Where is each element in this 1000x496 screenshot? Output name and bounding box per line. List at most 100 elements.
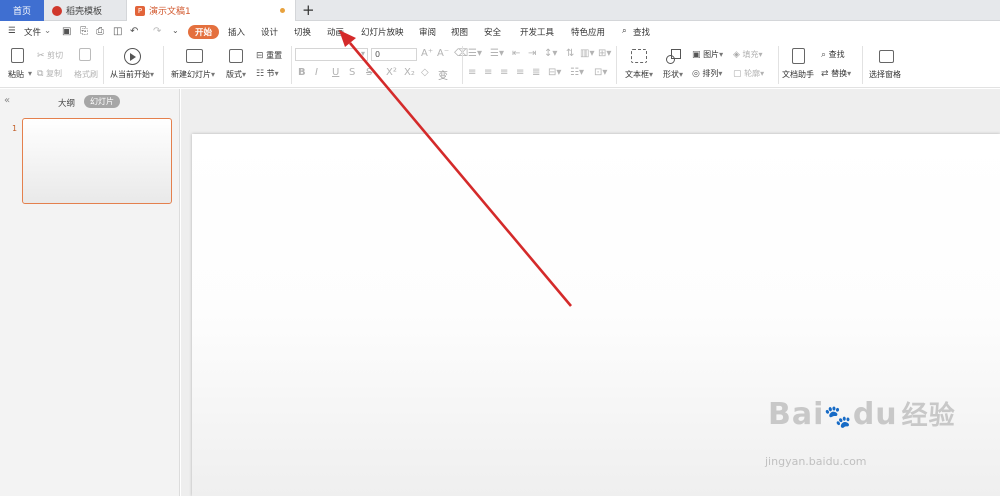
format-painter-button[interactable]: 格式刷	[74, 69, 98, 80]
justify-icon[interactable]: ≡	[516, 67, 524, 78]
font-name-dropdown-icon[interactable]: ▾	[361, 49, 365, 58]
increase-font-icon[interactable]: A⁺	[421, 48, 433, 59]
font-color-icon[interactable]: 变	[438, 67, 448, 82]
decrease-font-icon[interactable]: A⁻	[437, 48, 449, 59]
tab-templates[interactable]: 稻壳模板	[44, 0, 126, 21]
menu-animations[interactable]: 动画	[327, 26, 344, 38]
menu-home[interactable]: 开始	[188, 25, 220, 39]
tab-templates-label: 稻壳模板	[66, 7, 103, 17]
shadow-icon[interactable]: S	[349, 67, 355, 78]
columns-icon[interactable]: ▥▾	[580, 48, 594, 59]
eraser-icon[interactable]: ◇	[421, 67, 429, 78]
export-pdf-icon[interactable]: ⎘	[80, 26, 88, 37]
section-button[interactable]: ☷ 节 ▾	[256, 68, 279, 79]
doc-assistant-button[interactable]: 文档助手	[782, 69, 814, 80]
shape-icon[interactable]	[666, 49, 682, 64]
outline-label: 轮廓	[744, 69, 761, 78]
vertical-align-icon[interactable]: ⊟▾	[548, 67, 561, 78]
tab-home[interactable]: 首页	[0, 0, 44, 21]
new-tab-button[interactable]: +	[302, 1, 315, 19]
menu-slideshow[interactable]: 幻灯片放映	[361, 26, 404, 38]
doc-assistant-icon[interactable]	[792, 48, 805, 64]
undo-icon[interactable]: ↶	[130, 26, 138, 37]
menu-view[interactable]: 视图	[451, 26, 468, 38]
menu-transitions[interactable]: 切换	[294, 26, 311, 38]
paste-button[interactable]: 粘贴	[8, 69, 24, 80]
layout-icon[interactable]	[229, 49, 243, 63]
customize-toolbar-icon[interactable]: ⌄	[172, 26, 179, 35]
decrease-indent-icon[interactable]: ⇤	[512, 48, 520, 59]
text-direction-icon[interactable]: ⇅	[566, 48, 574, 59]
convert-smartart-icon[interactable]: ⊡▾	[594, 67, 607, 78]
subscript-icon[interactable]: X₂	[404, 67, 415, 78]
distribute-icon[interactable]: ≣	[532, 67, 540, 78]
new-slide-icon[interactable]	[186, 49, 203, 63]
menu-security[interactable]: 安全	[484, 26, 501, 38]
play-icon[interactable]	[124, 48, 141, 65]
hamburger-menu-icon[interactable]: ☰	[8, 26, 16, 36]
find-label: 查找	[828, 50, 845, 59]
menu-design[interactable]: 设计	[261, 26, 278, 38]
cut-button[interactable]: ✂ 剪切	[37, 50, 63, 61]
slide-navigation-pane: « 大纲 幻灯片 1	[0, 89, 180, 496]
align-center-icon[interactable]: ≡	[484, 67, 492, 78]
slides-tab[interactable]: 幻灯片	[84, 95, 120, 108]
align-right-icon[interactable]: ≡	[500, 67, 508, 78]
font-name-input[interactable]	[295, 48, 368, 61]
unsaved-dot-icon	[280, 8, 285, 13]
line-spacing-icon[interactable]: ↕▾	[544, 48, 557, 59]
textbox-icon[interactable]	[631, 49, 647, 63]
slide-canvas[interactable]	[192, 134, 1000, 496]
text-align-icon[interactable]: ☷▾	[570, 67, 584, 78]
picture-button[interactable]: ▣ 图片 ▾	[692, 49, 723, 60]
paste-dropdown-icon[interactable]: ▾	[28, 69, 32, 78]
align-left-icon[interactable]: ≡	[468, 67, 476, 78]
print-icon[interactable]: ⎙	[96, 26, 104, 37]
outline-button[interactable]: ▢ 轮廓 ▾	[733, 68, 764, 79]
textbox-button[interactable]: 文本框 ▾	[625, 69, 653, 80]
layout-button[interactable]: 版式 ▾	[226, 69, 246, 80]
superscript-icon[interactable]: X²	[386, 67, 397, 78]
menu-developer-tools[interactable]: 开发工具	[520, 26, 554, 38]
underline-icon[interactable]: U	[332, 67, 339, 78]
strikethrough-icon[interactable]: S	[366, 67, 372, 78]
font-size-input[interactable]: 0	[371, 48, 417, 61]
selection-pane-button[interactable]: 选择窗格	[869, 69, 901, 80]
replace-button[interactable]: ⇄ 替换 ▾	[821, 68, 851, 79]
arrange-button[interactable]: ◎ 排列 ▾	[692, 68, 722, 79]
find-button[interactable]: ⌕ 查找	[821, 49, 845, 60]
outline-icon: ▢	[733, 68, 742, 79]
format-painter-icon[interactable]	[79, 48, 91, 61]
tab-document[interactable]: P 演示文稿1	[126, 0, 296, 21]
menu-special-apps[interactable]: 特色应用	[571, 26, 605, 38]
menu-insert[interactable]: 插入	[228, 26, 245, 38]
menu-file[interactable]: 文件	[24, 26, 41, 38]
fill-button[interactable]: ◈ 填充 ▾	[733, 49, 762, 60]
menu-search[interactable]: 查找	[633, 26, 650, 38]
reset-button[interactable]: ⊟ 重置	[256, 50, 282, 61]
print-preview-icon[interactable]: ◫	[113, 26, 122, 37]
numbered-list-icon[interactable]: ☰▾	[490, 48, 504, 59]
bold-icon[interactable]: B	[298, 67, 306, 78]
chevron-down-icon[interactable]: ⌄	[44, 26, 51, 36]
collapse-pane-icon[interactable]: «	[4, 95, 10, 106]
shape-button[interactable]: 形状 ▾	[663, 69, 683, 80]
menu-review[interactable]: 审阅	[419, 26, 436, 38]
tab-document-label: 演示文稿1	[149, 7, 191, 17]
copy-button[interactable]: ⧉ 复制	[37, 68, 62, 79]
smartart-icon[interactable]: ⊞▾	[598, 48, 611, 59]
slide-thumbnail[interactable]	[22, 118, 172, 204]
new-slide-button[interactable]: 新建幻灯片 ▾	[171, 69, 215, 80]
italic-icon[interactable]: I	[315, 67, 318, 78]
copy-icon: ⧉	[37, 68, 44, 79]
save-icon[interactable]: ▣	[62, 26, 71, 37]
selection-pane-icon[interactable]	[879, 50, 894, 63]
fill-label: 填充	[742, 50, 759, 59]
paste-icon[interactable]	[11, 48, 24, 63]
bullet-list-icon[interactable]: ☰▾	[468, 48, 482, 59]
outline-tab[interactable]: 大纲	[58, 97, 75, 109]
increase-indent-icon[interactable]: ⇥	[528, 48, 536, 59]
redo-icon[interactable]: ↷	[153, 26, 161, 37]
play-from-current-button[interactable]: 从当前开始 ▾	[110, 69, 154, 80]
search-icon[interactable]: ⌕	[622, 26, 627, 36]
